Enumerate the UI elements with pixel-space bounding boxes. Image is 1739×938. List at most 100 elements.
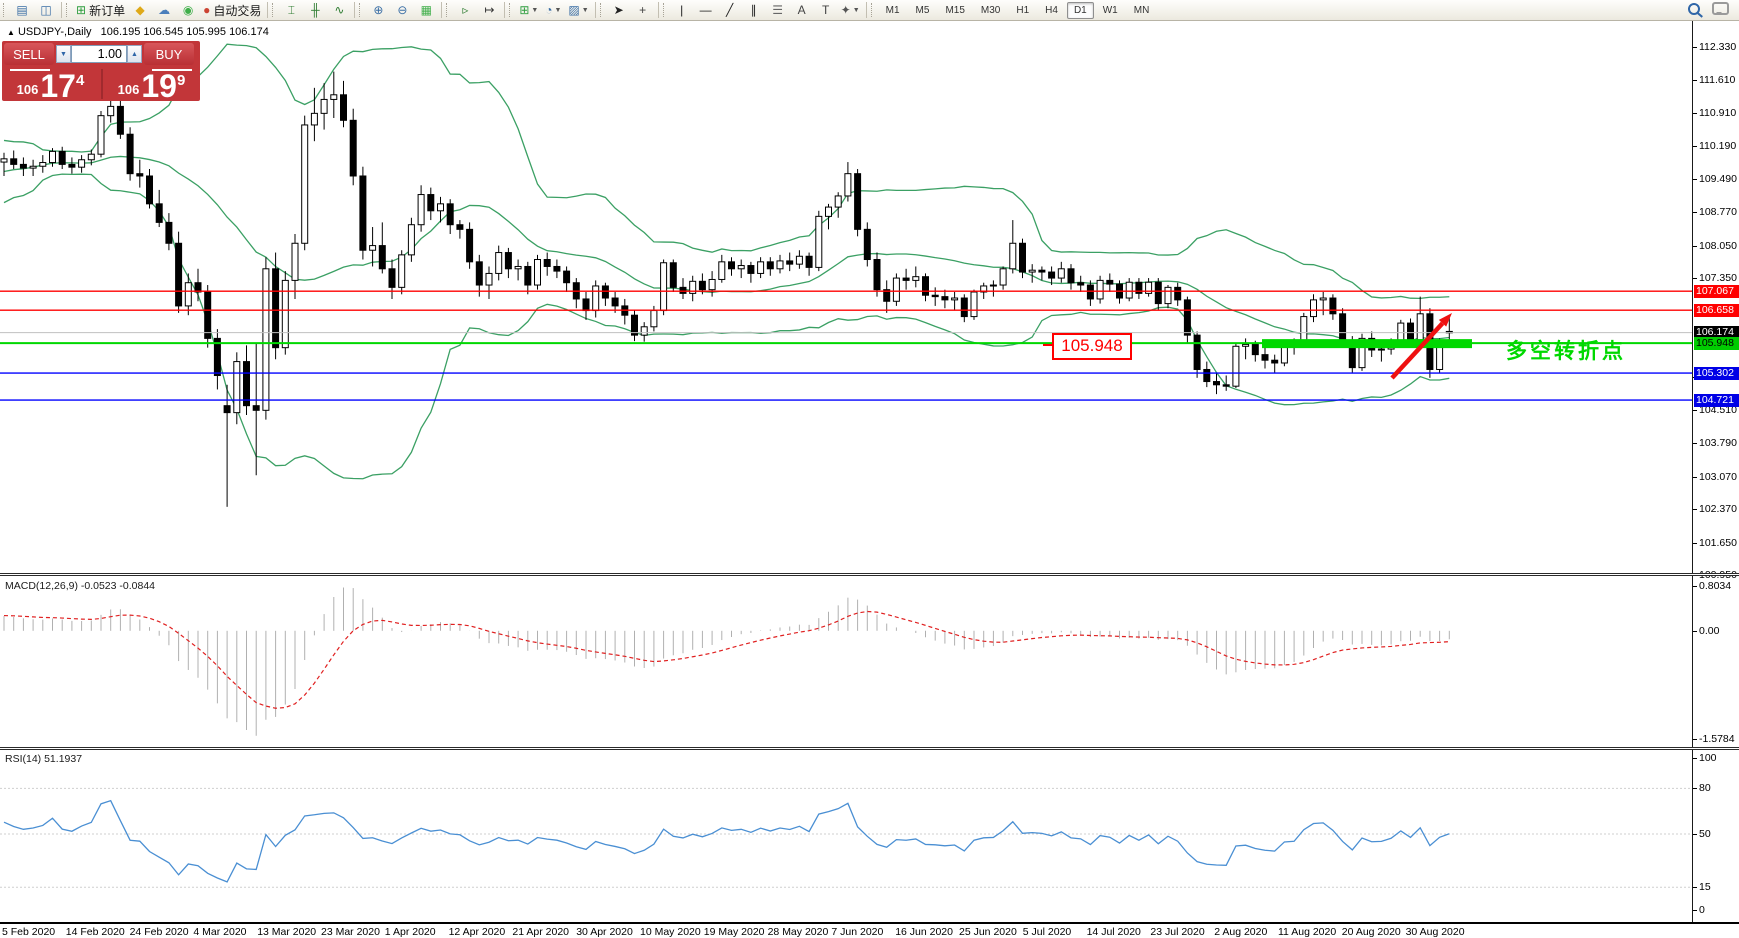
candle-body bbox=[485, 272, 493, 286]
toolbar-grip bbox=[359, 3, 363, 17]
candle-body bbox=[446, 203, 454, 226]
timeframe-h1[interactable]: H1 bbox=[1009, 2, 1036, 19]
bar-chart-icon[interactable]: ⌶ bbox=[280, 0, 302, 20]
candlestick-icon[interactable]: ╫ bbox=[304, 0, 326, 20]
new-order-icon[interactable]: ⊞ 新订单 bbox=[74, 0, 127, 20]
zoom-out-icon: ⊖ bbox=[397, 3, 408, 17]
toolbar-separator bbox=[61, 2, 62, 18]
timeframe-m15[interactable]: M15 bbox=[938, 2, 971, 19]
volume-increase-button[interactable]: ▲ bbox=[127, 45, 142, 63]
chevron-down-icon[interactable]: ▼ bbox=[853, 7, 860, 14]
collapse-icon[interactable]: ▲ bbox=[7, 28, 15, 37]
volume-decrease-button[interactable]: ▼ bbox=[56, 45, 71, 63]
volume-input[interactable]: 1.00 bbox=[71, 45, 127, 63]
candle-body bbox=[1261, 354, 1269, 361]
line-chart-icon[interactable]: ∿ bbox=[328, 0, 350, 20]
toolbar-grip bbox=[3, 3, 7, 17]
candle-body bbox=[10, 158, 18, 165]
mql5-community-icon[interactable]: ☁ bbox=[153, 0, 175, 20]
pane-separator[interactable] bbox=[0, 573, 1739, 576]
timeframe-m5[interactable]: M5 bbox=[909, 2, 937, 19]
support-highlight-bar[interactable] bbox=[1262, 339, 1472, 349]
candle-body bbox=[1193, 334, 1201, 370]
trendline-icon[interactable]: ╱ bbox=[719, 0, 741, 20]
candle-body bbox=[795, 255, 803, 265]
cursor-icon[interactable]: ➤ bbox=[608, 0, 630, 20]
candle-body bbox=[136, 173, 144, 177]
date-label: 5 Feb 2020 bbox=[2, 926, 56, 938]
price-callout-105948[interactable]: 105.948 bbox=[1052, 333, 1132, 360]
arrow-tools-icon[interactable]: ✦ ▼ bbox=[839, 0, 862, 20]
new-chart-icon[interactable]: ⊞ ▼ bbox=[517, 0, 540, 20]
text-icon[interactable]: A bbox=[791, 0, 813, 20]
candle-body bbox=[126, 133, 134, 175]
price-axis[interactable]: 112.330 111.610 110.910 110.190 109.490 108.7… bbox=[1692, 21, 1739, 922]
candle-body bbox=[941, 296, 949, 301]
chat-icon[interactable] bbox=[1712, 2, 1729, 15]
signals-icon[interactable]: ◉ bbox=[177, 0, 199, 20]
candle-body bbox=[825, 206, 832, 217]
timeframe-mn[interactable]: MN bbox=[1127, 2, 1157, 19]
chart-shift-icon: ↦ bbox=[484, 3, 495, 17]
sell-button[interactable]: SELL bbox=[4, 43, 54, 65]
candle-body bbox=[999, 268, 1007, 286]
timeframe-d1[interactable]: D1 bbox=[1066, 1, 1094, 19]
candle-body bbox=[1028, 269, 1036, 273]
zoom-out-icon[interactable]: ⊖ bbox=[391, 0, 413, 20]
metaeditor-icon[interactable]: ◆ bbox=[129, 0, 151, 20]
timeframe-h4[interactable]: H4 bbox=[1038, 2, 1065, 19]
timeframe-m1[interactable]: M1 bbox=[879, 2, 907, 19]
channel-icon[interactable]: ∥ bbox=[743, 0, 765, 20]
turning-point-annotation[interactable]: 多空转折点 bbox=[1506, 335, 1626, 365]
pane-separator[interactable] bbox=[0, 747, 1739, 750]
zoom-in-icon[interactable]: ⊕ bbox=[367, 0, 389, 20]
price-tag: 107.067 bbox=[1694, 284, 1739, 298]
time-axis[interactable]: 5 Feb 2020 14 Feb 2020 24 Feb 2020 4 Mar 20… bbox=[0, 922, 1739, 938]
sell-price[interactable]: 106 17 4 bbox=[2, 68, 99, 102]
date-label: 11 Aug 2020 bbox=[1278, 926, 1337, 938]
search-icon[interactable] bbox=[1688, 2, 1700, 15]
chevron-down-icon[interactable]: ▼ bbox=[582, 7, 589, 14]
auto-scroll-icon[interactable]: ▹ bbox=[454, 0, 476, 20]
macd-axis-label: 0.8034 bbox=[1692, 580, 1732, 592]
charts-panel-icon[interactable]: ▤ bbox=[11, 0, 33, 20]
candle-body bbox=[1339, 313, 1347, 343]
candle-body bbox=[1251, 343, 1259, 356]
price-tick-label: 110.910 bbox=[1692, 106, 1737, 119]
tile-windows-icon[interactable]: ▦ bbox=[415, 0, 437, 20]
vertical-line-icon[interactable]: | bbox=[671, 0, 693, 20]
rsi-pane[interactable] bbox=[0, 750, 1692, 922]
candle-body bbox=[29, 165, 37, 169]
buy-price[interactable]: 106 19 9 bbox=[103, 68, 200, 102]
candle-body bbox=[601, 285, 609, 299]
main-price-pane[interactable] bbox=[0, 21, 1692, 573]
chart-shift-icon[interactable]: ↦ bbox=[478, 0, 500, 20]
candle-body bbox=[272, 268, 280, 349]
chevron-down-icon[interactable]: ▼ bbox=[555, 7, 562, 14]
crosshair-icon[interactable]: + bbox=[632, 0, 654, 20]
candle-body bbox=[669, 262, 677, 288]
bar-chart-icon: ⌶ bbox=[287, 3, 295, 17]
text-label-icon[interactable]: T bbox=[815, 0, 837, 20]
candle-body bbox=[233, 361, 241, 414]
candle-body bbox=[514, 265, 522, 270]
chevron-down-icon[interactable]: ▼ bbox=[531, 7, 538, 14]
periods-icon[interactable]: ◔ ▼ bbox=[542, 0, 564, 20]
fibonacci-icon[interactable]: ☰ bbox=[767, 0, 789, 20]
data-window-icon[interactable]: ◫ bbox=[35, 0, 57, 20]
autotrading-icon[interactable]: ● 自动交易 bbox=[201, 0, 263, 20]
horizontal-line-icon[interactable]: — bbox=[695, 0, 717, 20]
candle-body bbox=[475, 261, 483, 286]
rsi-axis-label: 15 bbox=[1693, 881, 1711, 894]
candle-body bbox=[1377, 348, 1385, 351]
templates-icon[interactable]: ▨ ▼ bbox=[566, 0, 590, 20]
buy-button[interactable]: BUY bbox=[144, 43, 194, 65]
timeframe-m30[interactable]: M30 bbox=[974, 2, 1007, 19]
toolbar-grip bbox=[509, 3, 513, 17]
price-tag: 105.948 bbox=[1694, 336, 1739, 350]
candle-body bbox=[951, 297, 959, 301]
toolbar-grip bbox=[599, 3, 604, 17]
macd-pane[interactable] bbox=[0, 576, 1692, 747]
candle-body bbox=[1213, 381, 1220, 386]
timeframe-w1[interactable]: W1 bbox=[1096, 2, 1125, 19]
